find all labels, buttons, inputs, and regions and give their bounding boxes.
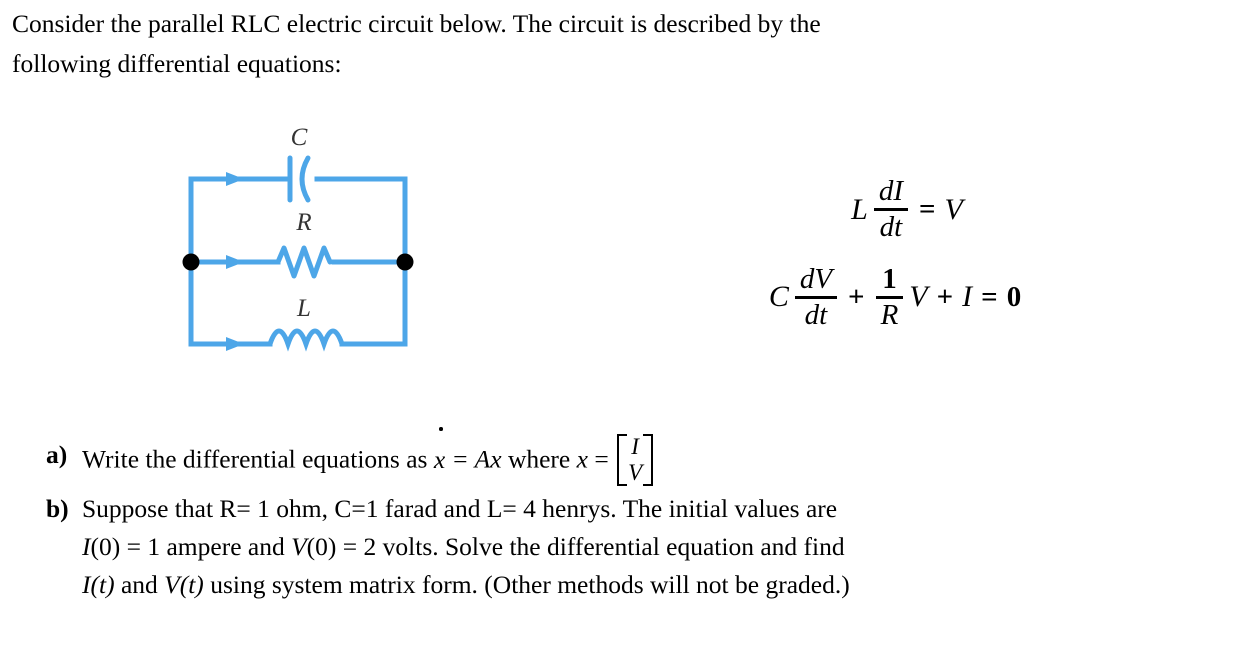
differential-equations: L dI dt = V C dV dt + 1 R V + I = 0	[660, 175, 1130, 332]
question-item-b: b) Suppose that R= 1 ohm, C=1 farad and …	[46, 490, 1251, 604]
q-b-line2-mid: = 1 ampere and	[126, 531, 285, 561]
question-a-equals: =	[594, 444, 609, 474]
equation-1: L dI dt = V	[684, 175, 1130, 244]
matrix-cell-top: I	[631, 434, 639, 459]
eq1-fraction: dI dt	[873, 175, 908, 244]
matrix-cells: I V	[627, 434, 643, 486]
eq2-term1-coefficient: C	[768, 280, 789, 314]
inductor-label: L	[296, 295, 311, 322]
q-b-line3-and: and	[120, 569, 158, 599]
q-b-I-arg-1: (0)	[90, 531, 121, 561]
eq2-plus-1: +	[848, 280, 865, 313]
eq2-term2-fraction: 1 R	[875, 262, 904, 332]
circuit-svg: C R L	[182, 124, 414, 352]
eq1-relation: =	[919, 193, 936, 226]
current-arrows	[226, 172, 244, 351]
question-list: a) Write the differential equations as x…	[46, 427, 1251, 606]
eq1-numerator: dI	[878, 175, 903, 207]
eq2-term2-variable: V	[909, 280, 928, 314]
q-b-I-symbol-2: I	[82, 569, 91, 599]
q-b-V-arg-2: (t)	[179, 569, 204, 599]
eq2-plus-2: +	[936, 280, 954, 313]
matrix-cell-bottom: V	[628, 459, 643, 485]
x-dot-letter: x	[433, 444, 446, 474]
question-b-body: Suppose that R= 1 ohm, C=1 farad and L= …	[82, 490, 1251, 604]
circuit-diagram: C R L	[178, 122, 438, 372]
eq2-term2-numerator: 1	[882, 262, 897, 295]
node-left	[182, 253, 200, 271]
intro-line-1: Consider the parallel RLC electric circu…	[12, 9, 821, 38]
x-dot-accent	[439, 427, 443, 431]
resistor-icon	[275, 245, 333, 279]
eq2-relation: =	[981, 280, 998, 313]
question-a-body: Write the differential equations as x = …	[82, 427, 1251, 488]
eq2-term1-denominator: dt	[804, 298, 828, 331]
eq2-rhs: 0	[1006, 280, 1022, 313]
capacitor-label: C	[291, 124, 308, 151]
matrix-right-bracket	[643, 434, 654, 486]
question-item-a: a) Write the differential equations as x…	[46, 427, 1251, 488]
q-b-V-symbol-1: V	[291, 531, 307, 561]
question-a-equals-ax: = Ax	[451, 444, 502, 474]
eq1-rhs: V	[944, 192, 963, 226]
question-a-text-mid: where	[507, 444, 571, 474]
q-b-I-symbol-1: I	[82, 531, 91, 561]
eq2-term1-numerator: dV	[799, 262, 833, 295]
eq1-denominator: dt	[879, 211, 903, 244]
arrow-middle	[226, 255, 244, 269]
q-b-V-symbol-2: V	[164, 569, 180, 599]
question-b-marker: b)	[46, 493, 69, 523]
question-b-line-1: Suppose that R= 1 ohm, C=1 farad and L= …	[82, 493, 838, 523]
x-dot-variable: x	[433, 427, 446, 479]
equation-2: C dV dt + 1 R V + I = 0	[660, 262, 1130, 332]
intro-line-2: following differential equations:	[12, 49, 342, 78]
question-a-text-before: Write the differential equations as	[82, 444, 428, 474]
node-right	[396, 253, 414, 271]
question-a-marker: a)	[46, 440, 68, 469]
inductor-icon	[267, 328, 345, 352]
intro-paragraph: Consider the parallel RLC electric circu…	[12, 4, 1250, 84]
q-b-V-arg-1: (0)	[306, 531, 337, 561]
q-b-line3-end: using system matrix form. (Other methods…	[210, 569, 850, 599]
question-b-line-3: I(t) and V(t) using system matrix form. …	[82, 566, 1251, 604]
q-b-I-arg-2: (t)	[90, 569, 115, 599]
arrow-bottom	[226, 337, 244, 351]
arrow-top	[226, 172, 244, 186]
resistor-label: R	[295, 209, 311, 236]
question-a-x-var: x	[576, 444, 588, 474]
eq2-term3: I	[962, 280, 973, 314]
q-b-line2-end: = 2 volts. Solve the differential equati…	[342, 531, 845, 561]
question-b-line-2: I(0) = 1 ampere and V(0) = 2 volts. Solv…	[82, 528, 1251, 566]
eq2-term2-denominator: R	[880, 298, 899, 331]
capacitor-icon	[287, 155, 311, 203]
eq1-coefficient: L	[851, 192, 868, 226]
matrix-left-bracket	[617, 434, 628, 486]
eq2-term1-fraction: dV dt	[794, 262, 838, 332]
state-vector-matrix: I V	[617, 434, 654, 486]
